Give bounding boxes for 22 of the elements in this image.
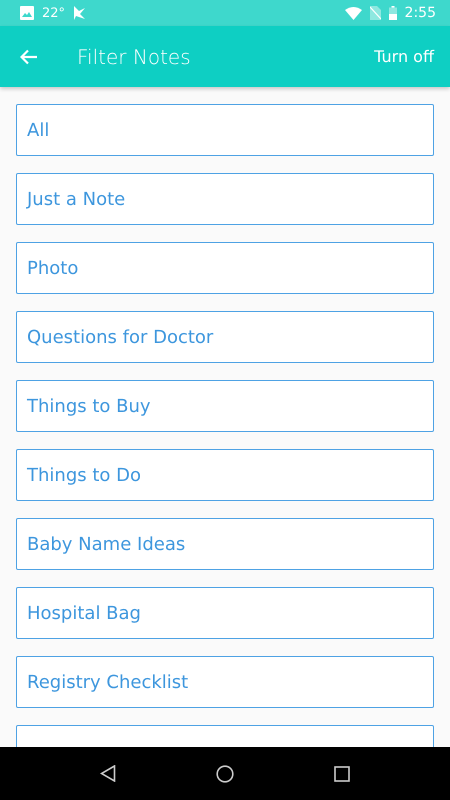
screen-title: Filter Notes (77, 44, 191, 68)
no-sim-icon (370, 6, 381, 20)
filter-option[interactable]: Things to Do (16, 449, 434, 501)
flag-icon (73, 6, 86, 20)
home-icon[interactable] (216, 764, 234, 782)
filter-option[interactable]: Questions for Doctor (16, 311, 434, 363)
back-icon[interactable] (100, 765, 116, 782)
filter-option[interactable]: Photo (16, 242, 434, 294)
filter-option[interactable]: Things to Buy (16, 380, 434, 432)
recents-icon[interactable] (334, 766, 350, 782)
clock: 2:55 (404, 5, 436, 21)
back-arrow-icon (20, 48, 38, 64)
filter-option[interactable]: All (16, 104, 434, 156)
image-icon (20, 6, 34, 20)
temperature: 22° (42, 6, 66, 20)
battery-icon (388, 6, 397, 20)
turn-off-button[interactable]: Turn off (374, 47, 434, 66)
filter-option[interactable]: Just a Note (16, 173, 434, 225)
filter-option[interactable]: Hospital Bag (16, 587, 434, 639)
filter-option[interactable]: Registry Checklist (16, 656, 434, 708)
filter-option[interactable]: Baby Name Ideas (16, 518, 434, 570)
wifi-icon (344, 6, 362, 20)
